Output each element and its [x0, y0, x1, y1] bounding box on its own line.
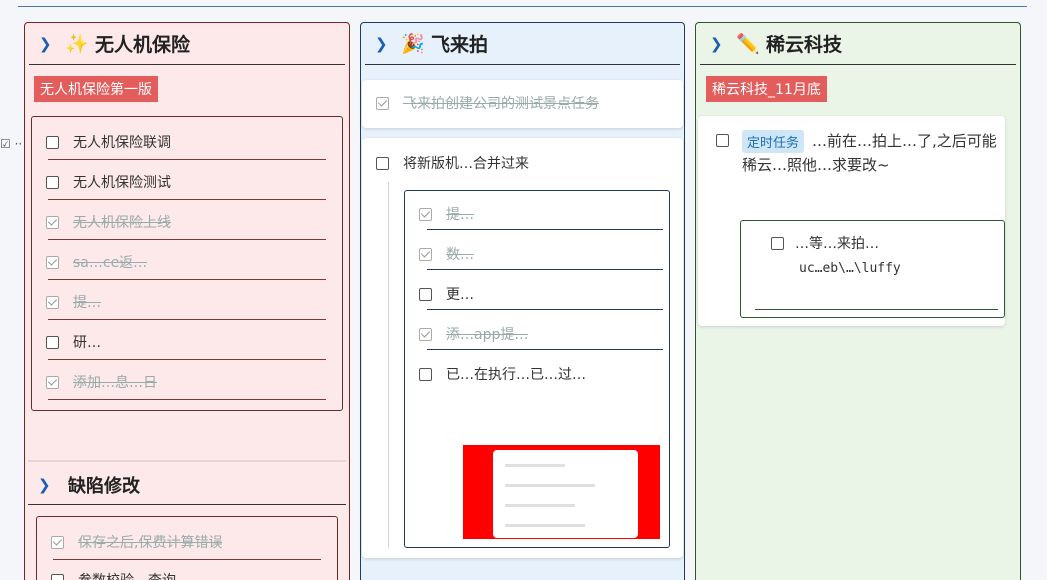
divider — [427, 349, 663, 350]
side-checkbox-marker[interactable]: ☑ ·· — [0, 137, 22, 151]
divider — [427, 229, 663, 230]
checkbox[interactable] — [51, 573, 64, 580]
preview-line — [505, 524, 585, 527]
divider — [48, 319, 326, 320]
task-text: …前在…拍上…了,之后可能稀云…照他…求要改~ — [742, 132, 997, 174]
divider — [48, 279, 326, 280]
divider — [48, 399, 326, 400]
subtask-item[interactable]: 添…app提… — [419, 323, 659, 345]
column-header[interactable]: ❯ ✏️ 稀云科技 — [700, 23, 1016, 65]
divider — [48, 239, 326, 240]
checkbox-checked[interactable] — [51, 535, 64, 549]
chevron-right-icon[interactable]: ❯ — [375, 35, 393, 53]
divider — [48, 359, 326, 360]
subtask-item[interactable]: 提… — [419, 203, 659, 225]
task-item[interactable]: 将新版机…合并过来 — [376, 152, 673, 174]
section-underline — [28, 504, 346, 505]
divider — [53, 559, 321, 560]
checkbox[interactable] — [419, 287, 432, 301]
section-title: 缺陷修改 — [68, 476, 140, 497]
checkbox-checked[interactable] — [419, 327, 432, 341]
preview-line — [505, 504, 575, 507]
task-item[interactable]: 添加…息…日 — [46, 371, 332, 393]
task-item[interactable]: 飞来拍创建公司的测试景点任务 — [376, 92, 673, 114]
checkbox[interactable] — [46, 175, 59, 189]
task-card[interactable]: 飞来拍创建公司的测试景点任务 — [362, 80, 683, 128]
checkbox[interactable] — [716, 134, 729, 147]
milestone-tag[interactable]: 无人机保险第一版 — [34, 76, 158, 102]
checkbox[interactable] — [46, 335, 59, 349]
top-divider — [18, 6, 1027, 7]
sparkle-icon: ✨ — [65, 33, 89, 55]
subtask-item[interactable]: 更… — [419, 283, 659, 305]
checkbox-checked[interactable] — [419, 247, 432, 261]
column-title: 无人机保险 — [95, 34, 191, 56]
checkbox[interactable] — [46, 135, 59, 149]
checkbox-checked[interactable] — [46, 295, 59, 309]
task-item[interactable]: sa…ce返… — [46, 251, 332, 273]
task-list-box: 无人机保险联调 无人机保险测试 无人机保险上线 sa…ce返… 提… 研… 添加… — [31, 116, 343, 411]
subtask-item[interactable]: 数… — [419, 243, 659, 265]
checkbox[interactable] — [771, 237, 784, 250]
pencil-icon: ✏️ — [736, 33, 760, 55]
column-title: 稀云科技 — [766, 34, 843, 56]
milestone-tag[interactable]: 稀云科技_11月底 — [706, 76, 827, 102]
checkbox-checked[interactable] — [46, 375, 59, 389]
column-title: 飞来拍 — [431, 34, 489, 56]
divider — [427, 269, 663, 270]
checkbox-checked[interactable] — [376, 96, 389, 110]
task-item[interactable]: 保存之后,保费计算错误 — [51, 531, 327, 553]
chevron-right-icon[interactable]: ❯ — [39, 35, 57, 53]
divider — [755, 309, 998, 310]
task-item[interactable]: 提… — [46, 291, 332, 313]
task-item[interactable]: 参数校验…查询 — [51, 569, 327, 580]
preview-line — [505, 464, 565, 467]
column-header[interactable]: ❯ ✨ 无人机保险 — [29, 23, 345, 65]
checkbox[interactable] — [376, 156, 389, 170]
column-header[interactable]: ❯ 🎉 飞来拍 — [365, 23, 680, 65]
preview-line — [505, 484, 595, 487]
party-icon: 🎉 — [401, 33, 425, 55]
task-item[interactable]: 研… — [46, 331, 332, 353]
checkbox-checked[interactable] — [46, 255, 59, 269]
divider — [427, 309, 663, 310]
checkbox-checked[interactable] — [419, 207, 432, 221]
defect-list-box: 保存之后,保费计算错误 参数校验…查询 — [36, 516, 338, 580]
checkbox-checked[interactable] — [46, 215, 59, 229]
section-header[interactable]: ❯ 缺陷修改 — [38, 472, 140, 498]
subtask-item[interactable]: 已…在执行…已…过… — [419, 363, 659, 385]
attachment-preview-panel — [493, 450, 638, 538]
divider — [48, 199, 326, 200]
task-item[interactable]: 无人机保险测试 — [46, 171, 332, 193]
subtask-box: …等…来拍… uc…eb\…\luffy — [740, 220, 1005, 318]
task-item[interactable]: 无人机保险上线 — [46, 211, 332, 233]
checkbox[interactable] — [419, 367, 432, 381]
subtask-path: uc…eb\…\luffy — [799, 261, 901, 276]
divider — [48, 159, 326, 160]
chevron-right-icon[interactable]: ❯ — [38, 476, 56, 494]
subtask-text: …等…来拍… — [795, 236, 879, 252]
task-item[interactable]: 无人机保险联调 — [46, 131, 332, 153]
tree-line — [388, 182, 389, 548]
chevron-right-icon[interactable]: ❯ — [710, 35, 728, 53]
section-separator — [28, 460, 346, 462]
